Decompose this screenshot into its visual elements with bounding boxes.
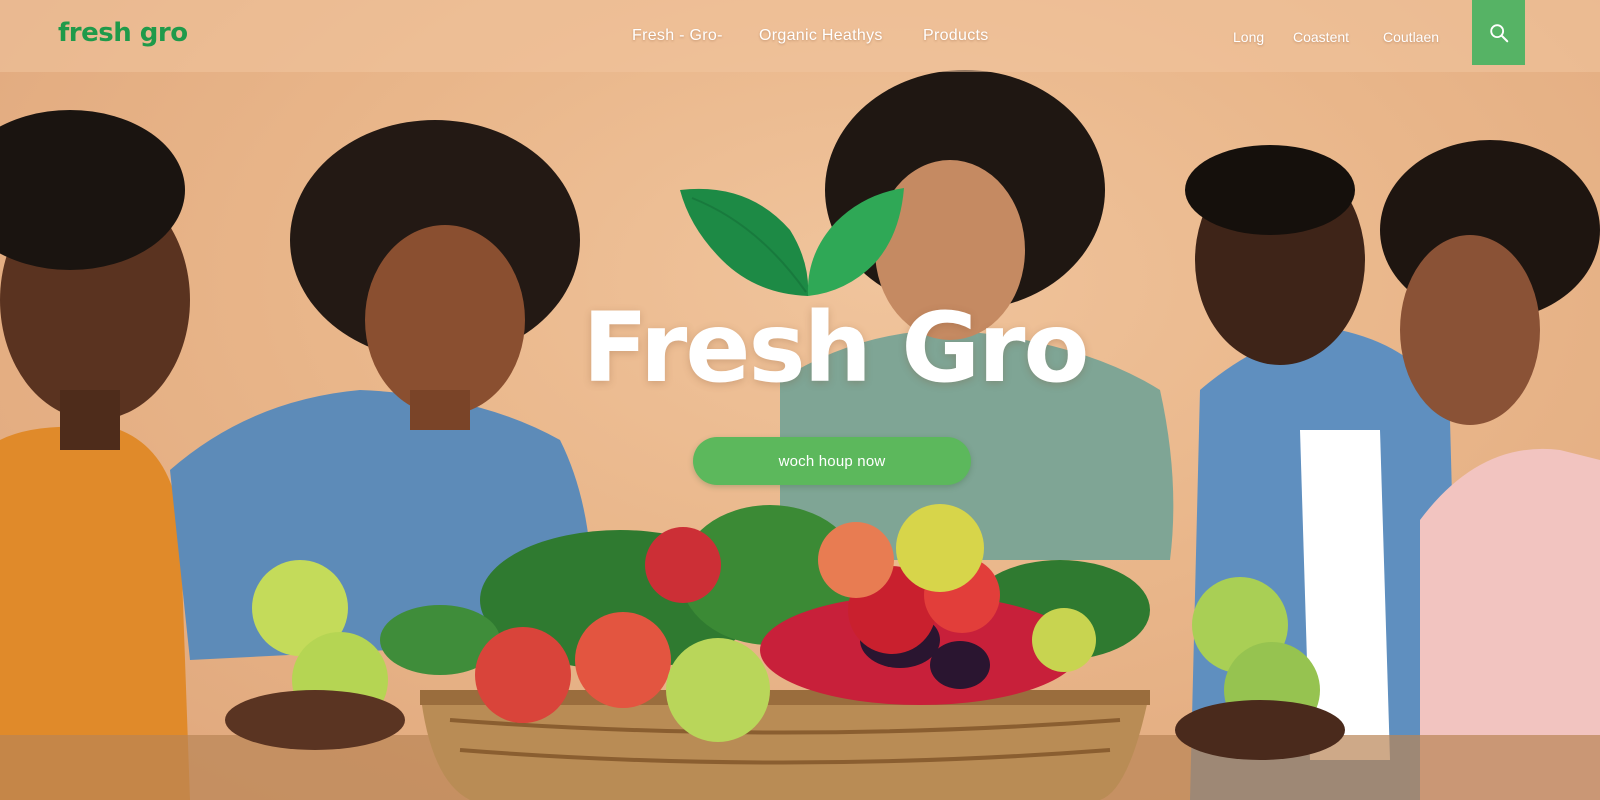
nav-products[interactable]: Products bbox=[923, 27, 989, 45]
nav-coutlaen[interactable]: Coutlaen bbox=[1383, 29, 1439, 45]
top-nav-bar: fresh gro Fresh - Gro- Organic Heathys P… bbox=[0, 0, 1600, 72]
search-button[interactable] bbox=[1472, 0, 1525, 65]
site-logo[interactable]: fresh gro bbox=[58, 18, 188, 48]
nav-fresh-gro[interactable]: Fresh - Gro- bbox=[632, 27, 723, 45]
shop-now-button[interactable]: woch houp now bbox=[693, 437, 971, 485]
nav-long[interactable]: Long bbox=[1233, 29, 1264, 45]
leaf-icon bbox=[680, 188, 904, 296]
search-icon bbox=[1489, 23, 1508, 42]
nav-organic-healthys[interactable]: Organic Heathys bbox=[759, 27, 883, 45]
hero-section: fresh gro Fresh - Gro- Organic Heathys P… bbox=[0, 0, 1600, 800]
hero-brand-title: Fresh Gro bbox=[582, 292, 1090, 404]
person-left bbox=[0, 110, 190, 800]
nav-coastent[interactable]: Coastent bbox=[1293, 29, 1349, 45]
